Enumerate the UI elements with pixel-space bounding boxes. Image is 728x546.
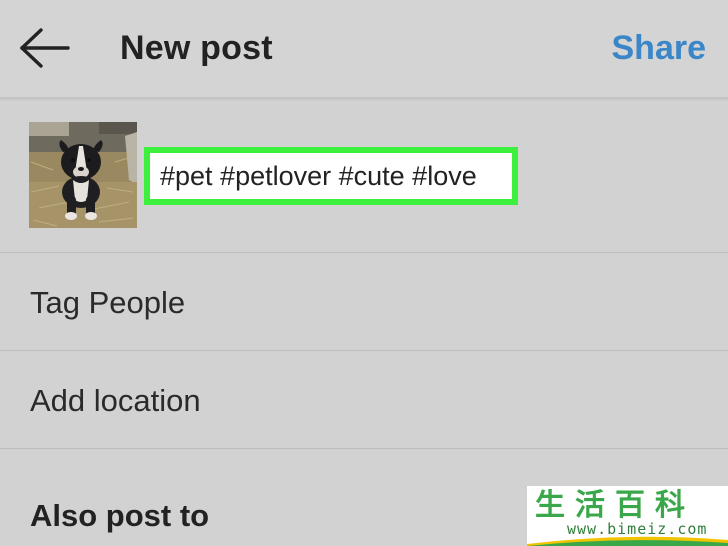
tag-people-label: Tag People bbox=[30, 285, 186, 320]
puppy-photo bbox=[29, 122, 137, 228]
caption-input[interactable]: #pet #petlover #cute #love bbox=[144, 147, 518, 205]
share-button[interactable]: Share bbox=[612, 28, 707, 68]
top-app-bar: New post Share bbox=[0, 0, 728, 99]
also-post-to-heading: Also post to bbox=[30, 498, 210, 533]
watermark-logo: 生活百科 bbox=[535, 489, 695, 522]
back-button[interactable] bbox=[14, 22, 74, 74]
caption-text: #pet #petlover #cute #love bbox=[160, 161, 477, 191]
page-title: New post bbox=[120, 29, 273, 67]
new-post-screen: New post Share #pet #petlover #cute #lov… bbox=[0, 0, 728, 546]
watermark: 生活百科 www.bimeiz.com bbox=[527, 486, 728, 546]
tag-people-row[interactable]: Tag People bbox=[0, 253, 728, 351]
watermark-swoosh bbox=[527, 536, 728, 546]
add-location-row[interactable]: Add location bbox=[0, 351, 728, 449]
post-thumbnail bbox=[29, 122, 137, 228]
arrow-left-icon bbox=[20, 28, 70, 68]
add-location-label: Add location bbox=[30, 383, 201, 418]
caption-section: #pet #petlover #cute #love bbox=[0, 99, 728, 253]
